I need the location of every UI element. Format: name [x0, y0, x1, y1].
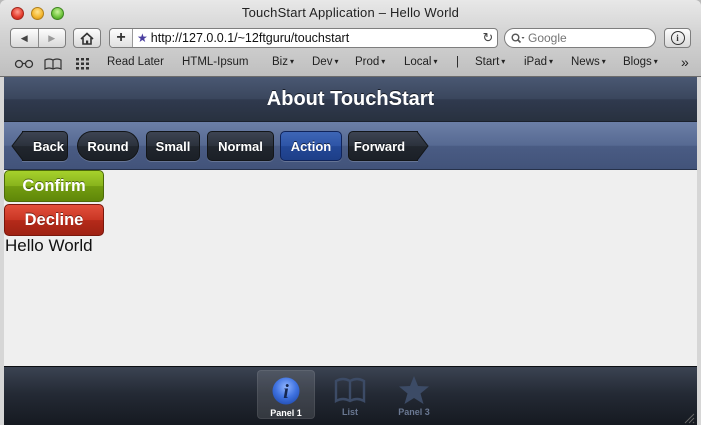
reload-icon[interactable]: ↻	[479, 30, 497, 46]
bookmark-separator: |	[456, 56, 459, 68]
app-title-bar: About TouchStart	[4, 77, 697, 122]
back-arrow-shape	[11, 131, 23, 161]
browser-chrome: TouchStart Application – Hello World ◀ ▶…	[0, 0, 701, 77]
bookmark-folder-prod[interactable]: Prod ▾	[355, 56, 385, 68]
bookmarks-overflow-icon[interactable]: »	[681, 54, 689, 70]
home-icon	[80, 31, 94, 45]
tab-panel-1-label: Panel 1	[270, 408, 302, 418]
bookmark-label: HTML-Ipsum	[182, 56, 249, 68]
decline-button-label: Decline	[24, 210, 84, 229]
forward-button[interactable]: Forward	[348, 131, 429, 161]
forward-button-label: Forward	[353, 138, 406, 154]
info-icon: i	[272, 377, 300, 405]
back-arrow-icon: ◀	[20, 32, 28, 43]
bookmark-read-later[interactable]: Read Later	[107, 56, 164, 68]
bookmark-label: Dev	[312, 56, 333, 68]
normal-button[interactable]: Normal	[207, 131, 274, 161]
page-title: About TouchStart	[266, 87, 435, 110]
add-bookmark-button[interactable]: +	[110, 29, 133, 47]
web-page-content: About TouchStart Back Round Small Normal	[4, 77, 697, 425]
window-title: TouchStart Application – Hello World	[241, 5, 460, 20]
tab-panel-1[interactable]: i Panel 1	[257, 370, 315, 419]
top-sites-grid-icon[interactable]	[76, 54, 90, 74]
info-icon-glyph: i	[283, 381, 289, 403]
bookmark-folder-ipad[interactable]: iPad ▾	[524, 56, 553, 68]
back-button[interactable]: Back	[11, 131, 68, 161]
forward-arrow-icon: ▶	[48, 32, 56, 43]
search-input[interactable]	[528, 31, 638, 45]
tab-panel-3[interactable]: Panel 3	[385, 370, 443, 419]
bookmark-folder-start[interactable]: Start ▾	[475, 56, 505, 68]
star-icon	[399, 376, 429, 404]
small-button[interactable]: Small	[146, 131, 200, 161]
bookmark-folder-biz[interactable]: Biz ▾	[272, 56, 294, 68]
browser-back-button[interactable]: ◀	[11, 29, 39, 47]
dropdown-arrow-icon: ▾	[549, 57, 554, 66]
info-icon: i	[670, 31, 685, 45]
browser-window: TouchStart Application – Hello World ◀ ▶…	[0, 0, 701, 425]
normal-button-label: Normal	[218, 138, 263, 154]
dropdown-arrow-icon: ▾	[433, 57, 438, 66]
search-icon	[511, 33, 525, 43]
bookmark-label: Local	[404, 56, 432, 68]
bookmark-label: Biz	[272, 56, 288, 68]
confirm-button[interactable]: Confirm	[4, 170, 104, 202]
bookmarks-bar: Read Later HTML-Ipsum Biz ▾ Dev ▾ Prod ▾ Lo…	[0, 54, 701, 74]
book-icon	[334, 377, 366, 403]
bookmark-folder-local[interactable]: Local ▾	[404, 56, 438, 68]
round-button-label: Round	[87, 138, 129, 154]
bookmark-html-ipsum[interactable]: HTML-Ipsum	[182, 56, 248, 68]
tab-list-label: List	[341, 407, 358, 417]
confirm-button-label: Confirm	[22, 176, 86, 195]
bookmark-label: Read Later	[107, 56, 164, 68]
plus-icon: +	[116, 29, 126, 46]
dropdown-arrow-icon: ▾	[501, 57, 506, 66]
bookmark-folder-blogs[interactable]: Blogs ▾	[623, 56, 658, 68]
bookmark-label: Start	[475, 56, 500, 68]
reader-glasses-icon[interactable]	[14, 54, 34, 74]
bookmark-label: iPad	[524, 56, 548, 68]
address-bar[interactable]: + ★ http://127.0.0.1/~12ftguru/touchstar…	[109, 28, 498, 48]
bookmark-label: Blogs	[623, 56, 652, 68]
tab-panel-3-label: Panel 3	[398, 407, 430, 417]
bookmark-label: News	[571, 56, 600, 68]
forward-arrow-shape	[417, 131, 429, 161]
search-field[interactable]	[504, 28, 656, 48]
home-button[interactable]	[73, 28, 101, 48]
action-button-label: Action	[290, 138, 332, 154]
tab-bar: i Panel 1 List Panel 3	[4, 366, 697, 425]
back-button-label: Back	[32, 138, 65, 154]
dropdown-arrow-icon: ▾	[381, 57, 386, 66]
small-button-label: Small	[155, 138, 191, 154]
body-text: Hello World	[5, 236, 93, 255]
bookmark-folder-dev[interactable]: Dev ▾	[312, 56, 338, 68]
round-button[interactable]: Round	[77, 131, 139, 161]
dropdown-arrow-icon: ▾	[601, 57, 606, 66]
action-button[interactable]: Action	[280, 131, 342, 161]
report-bug-button[interactable]: i	[664, 28, 691, 48]
browser-forward-button[interactable]: ▶	[39, 29, 66, 47]
resize-grip-icon[interactable]	[683, 412, 695, 424]
app-toolbar: Back Round Small Normal Action Forward	[4, 122, 697, 170]
open-book-icon[interactable]	[44, 54, 62, 74]
dropdown-arrow-icon: ▾	[334, 57, 339, 66]
tab-list[interactable]: List	[321, 370, 379, 419]
bookmark-folder-news[interactable]: News ▾	[571, 56, 606, 68]
dropdown-arrow-icon: ▾	[289, 57, 294, 66]
wizard-favicon-icon: ★	[137, 31, 148, 45]
back-forward-group: ◀ ▶	[10, 28, 66, 48]
dropdown-arrow-icon: ▾	[653, 57, 658, 66]
url-text[interactable]: http://127.0.0.1/~12ftguru/touchstart	[151, 31, 479, 45]
separator-label: |	[456, 56, 459, 68]
decline-button[interactable]: Decline	[4, 204, 104, 236]
bookmark-label: Prod	[355, 56, 380, 68]
